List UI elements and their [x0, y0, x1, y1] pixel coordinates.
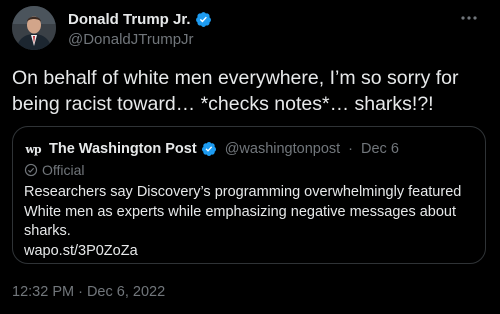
quoted-author-handle[interactable]: @washingtonpost [225, 141, 340, 157]
quoted-link[interactable]: wapo.st/3P0ZoZa [24, 243, 138, 259]
tweet-card: Donald Trump Jr. @DonaldJTrumpJr On beha… [0, 0, 500, 314]
verified-badge-icon [195, 12, 211, 27]
more-horizontal-icon [461, 16, 477, 20]
quoted-date[interactable]: Dec 6 [361, 141, 399, 157]
official-label: Official [24, 162, 85, 178]
avatar[interactable] [12, 6, 56, 50]
tweet-text: On behalf of white men everywhere, I’m s… [12, 67, 459, 115]
author-name-text: Donald Trump Jr. [68, 11, 191, 28]
author-handle[interactable]: @DonaldJTrumpJr [68, 31, 194, 48]
quoted-tweet-text: Researchers say Discovery’s programming … [24, 183, 474, 261]
author-name[interactable]: Donald Trump Jr. [68, 11, 212, 28]
quoted-author-name[interactable]: The Washington Post [49, 141, 197, 157]
avatar-image [12, 6, 56, 50]
tweet-timestamp[interactable]: 12:32 PM · Dec 6, 2022 [12, 284, 165, 300]
washington-post-logo-icon: wp [25, 142, 41, 156]
quoted-tweet-header: wp The Washington Post @washingtonpost ·… [24, 141, 399, 157]
verified-badge-icon [201, 142, 216, 156]
official-label-text: Official [42, 162, 85, 178]
meta-separator: · [348, 141, 354, 157]
quoted-text-body: Researchers say Discovery’s programming … [24, 184, 462, 239]
quoted-tweet[interactable]: wp The Washington Post @washingtonpost ·… [12, 126, 486, 264]
more-options-button[interactable] [456, 8, 482, 28]
official-check-icon [24, 163, 38, 177]
